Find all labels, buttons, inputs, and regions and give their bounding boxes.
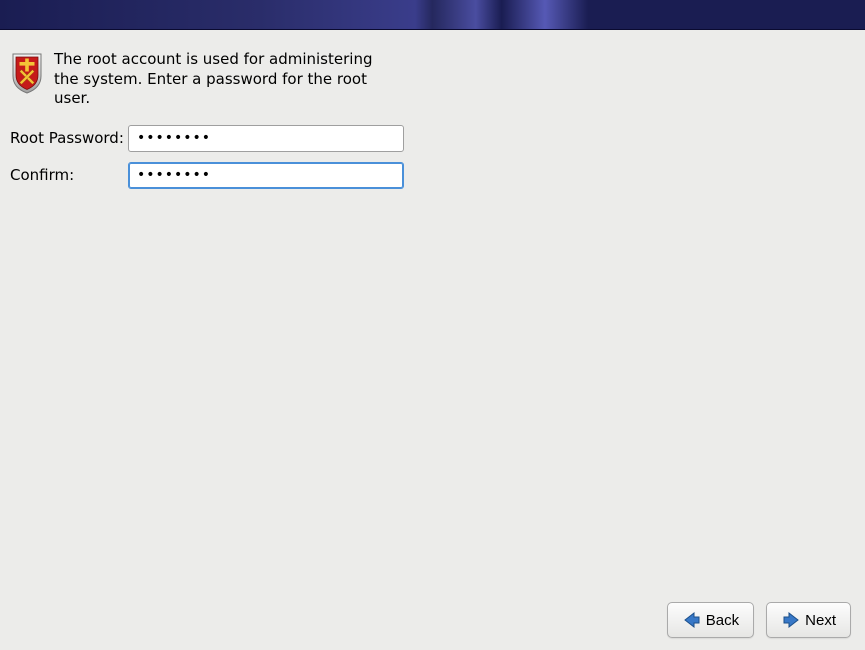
main-content: The root account is used for administeri… xyxy=(0,30,865,219)
security-shield-icon xyxy=(10,52,44,94)
root-password-row: Root Password: xyxy=(10,125,855,152)
root-password-input[interactable] xyxy=(128,125,404,152)
next-button-label: Next xyxy=(805,612,836,629)
arrow-right-icon xyxy=(781,610,801,630)
confirm-row: Confirm: xyxy=(10,162,855,189)
next-button[interactable]: Next xyxy=(766,602,851,638)
confirm-label: Confirm: xyxy=(10,166,128,184)
confirm-input[interactable] xyxy=(128,162,404,189)
intro-block: The root account is used for administeri… xyxy=(10,50,855,109)
top-banner xyxy=(0,0,865,30)
arrow-left-icon xyxy=(682,610,702,630)
intro-description: The root account is used for administeri… xyxy=(54,50,384,109)
footer-buttons: Back Next xyxy=(667,602,851,638)
back-button-label: Back xyxy=(706,612,739,629)
root-password-label: Root Password: xyxy=(10,129,128,147)
back-button[interactable]: Back xyxy=(667,602,754,638)
